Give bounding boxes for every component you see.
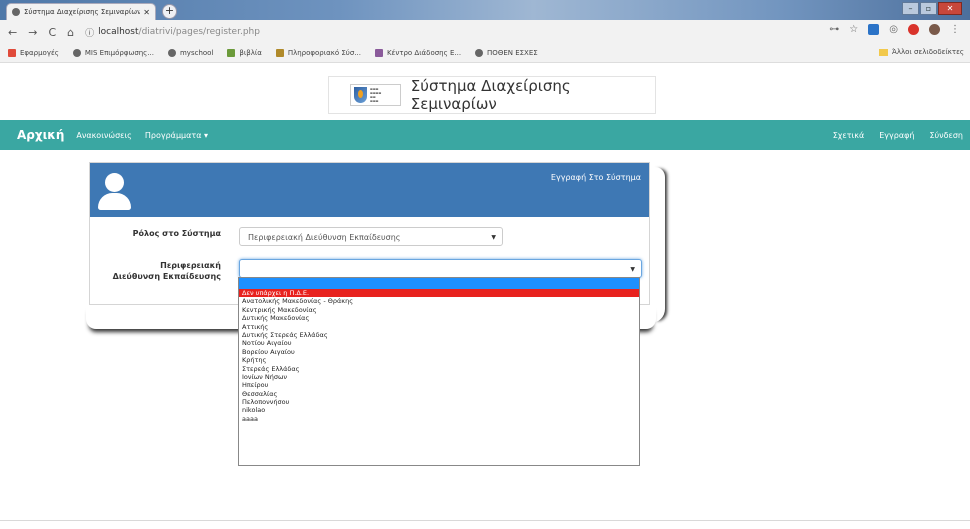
- dropdown-option[interactable]: Δυτικής Στερεάς Ελλάδας: [239, 331, 639, 339]
- menu-icon[interactable]: ⋮: [950, 24, 960, 35]
- browser-title-bar: Σύστημα Διαχείρισης Σεμιναρίων ✕ + – ▫ ✕: [0, 0, 970, 20]
- maximize-icon[interactable]: ▫: [920, 2, 937, 15]
- window-controls: – ▫ ✕: [902, 2, 962, 15]
- globe-icon: [12, 8, 20, 16]
- university-logo: ▬▬▬ ▬▬▬▬ ▬▬ ▬▬▬: [350, 84, 401, 106]
- dropdown-option[interactable]: Δυτικής Μακεδονίας: [239, 314, 639, 322]
- nav-register-link[interactable]: Εγγραφή: [879, 131, 914, 140]
- dropdown-option[interactable]: nikolao: [239, 406, 639, 414]
- bookmark-item[interactable]: βιβλία: [227, 49, 262, 57]
- dropdown-option[interactable]: Βορείου Αιγαίου: [239, 348, 639, 356]
- dropdown-option[interactable]: aaaa: [239, 415, 639, 423]
- dropdown-option[interactable]: Δεν υπάρχει η Π.Δ.Ε.: [239, 289, 639, 298]
- site-header: ▬▬▬ ▬▬▬▬ ▬▬ ▬▬▬ Σύστημα Διαχείρισης Σεμιναρ…: [328, 76, 656, 114]
- bookmark-item[interactable]: ΠΟΘΕΝ ΕΣΧΕΣ: [475, 49, 538, 57]
- bookmark-item[interactable]: MIS Επιμόρφωσης...: [72, 49, 154, 57]
- pde-label: Περιφερειακή Διεύθυνση Εκπαίδευσης: [112, 261, 221, 281]
- address-bar: ← → C ⌂ ⓘ localhost/diatrivi/pages/regis…: [0, 20, 970, 44]
- bookmark-item[interactable]: Κέντρο Διάδοσης Ε...: [374, 49, 461, 57]
- url-path: /diatrivi/pages/register.php: [138, 27, 260, 37]
- panel-title: Εγγραφή Στο Σύστημα: [550, 173, 641, 182]
- reload-icon[interactable]: C: [48, 26, 56, 39]
- dropdown-option[interactable]: Νοτίου Αιγαίου: [239, 339, 639, 347]
- center-icon: [374, 49, 383, 57]
- browser-extensions: ⊶ ☆ ◎ ⋮: [829, 24, 960, 35]
- minimize-icon[interactable]: –: [902, 2, 919, 15]
- new-tab-button[interactable]: +: [162, 4, 177, 19]
- forward-icon[interactable]: →: [28, 26, 37, 39]
- globe-icon: [72, 49, 81, 57]
- dropdown-option[interactable]: Στερεάς Ελλάδας: [239, 365, 639, 373]
- apps-icon: [8, 49, 16, 57]
- extension-icon[interactable]: [868, 24, 880, 35]
- info-icon[interactable]: ⓘ: [85, 26, 94, 39]
- pde-dropdown-list[interactable]: Δεν υπάρχει η Π.Δ.Ε. Ανατολικής Μακεδονία…: [238, 277, 640, 466]
- home-icon[interactable]: ⌂: [67, 26, 74, 39]
- nav-home-link[interactable]: Αρχική: [17, 128, 64, 142]
- globe-icon: [475, 49, 484, 57]
- close-tab-icon[interactable]: ✕: [143, 8, 150, 17]
- chevron-down-icon: ▼: [630, 266, 635, 273]
- star-icon[interactable]: ☆: [849, 24, 858, 35]
- profile-icon[interactable]: [929, 24, 940, 35]
- role-select[interactable]: Περιφερειακή Διεύθυνση Εκπαίδευσης ▼: [239, 227, 503, 246]
- panel-header: Εγγραφή Στο Σύστημα: [90, 163, 649, 217]
- dropdown-empty-option[interactable]: [239, 278, 639, 289]
- user-icon: [95, 171, 133, 211]
- globe-icon: [167, 49, 176, 57]
- chevron-down-icon: ▼: [491, 234, 496, 241]
- circle-icon[interactable]: ◎: [889, 24, 898, 35]
- dropdown-option[interactable]: Θεσσαλίας: [239, 390, 639, 398]
- dropdown-option[interactable]: Κρήτης: [239, 356, 639, 364]
- url-field[interactable]: localhost/diatrivi/pages/register.php: [98, 27, 260, 37]
- back-icon[interactable]: ←: [8, 26, 17, 39]
- browser-tab[interactable]: Σύστημα Διαχείρισης Σεμιναρίων ✕: [6, 3, 156, 20]
- dropdown-option[interactable]: Πελοποννήσου: [239, 398, 639, 406]
- url-host: localhost: [98, 27, 139, 37]
- role-select-value: Περιφερειακή Διεύθυνση Εκπαίδευσης: [248, 233, 401, 242]
- footer-divider: [0, 520, 970, 521]
- logo-emblem-icon: [354, 87, 367, 103]
- site-title: Σύστημα Διαχείρισης Σεμιναρίων: [410, 77, 571, 113]
- nav-about-link[interactable]: Σχετικά: [833, 131, 865, 140]
- dropdown-option[interactable]: Ηπείρου: [239, 381, 639, 389]
- bookmarks-bar: Εφαρμογές MIS Επιμόρφωσης... myschool βι…: [0, 44, 970, 63]
- beta-icon: [275, 49, 284, 57]
- adblock-icon[interactable]: [908, 24, 919, 35]
- close-window-icon[interactable]: ✕: [938, 2, 962, 15]
- logo-text: ▬▬▬ ▬▬▬▬ ▬▬ ▬▬▬: [370, 87, 382, 103]
- other-bookmarks[interactable]: Άλλοι σελιδοδείκτες: [879, 48, 964, 56]
- nav-announcements-link[interactable]: Ανακοινώσεις: [76, 131, 132, 140]
- dropdown-option[interactable]: Αττικής: [239, 323, 639, 331]
- bookmark-item[interactable]: myschool: [167, 49, 213, 57]
- key-icon[interactable]: ⊶: [829, 24, 839, 35]
- main-navbar: Αρχική Ανακοινώσεις Προγράμματα ▾ Σχετικ…: [0, 120, 970, 150]
- bookmark-item[interactable]: Πληροφοριακό Σύσ...: [275, 49, 361, 57]
- books-icon: [227, 49, 236, 57]
- nav-login-link[interactable]: Σύνδεση: [929, 131, 963, 140]
- dropdown-option[interactable]: Ανατολικής Μακεδονίας - Θράκης: [239, 297, 639, 305]
- folder-icon: [879, 48, 889, 56]
- bookmark-apps[interactable]: Εφαρμογές: [8, 49, 59, 57]
- panel-shadow-side: [651, 167, 665, 323]
- tab-title: Σύστημα Διαχείρισης Σεμιναρίων: [24, 8, 141, 16]
- nav-right: Σχετικά Εγγραφή Σύνδεση: [833, 120, 963, 150]
- pde-select[interactable]: ▼: [239, 259, 642, 278]
- dropdown-option[interactable]: Κεντρικής Μακεδονίας: [239, 306, 639, 314]
- dropdown-option[interactable]: Ιονίων Νήσων: [239, 373, 639, 381]
- role-label: Ρόλος στο Σύστημα: [132, 229, 221, 238]
- nav-programs-dropdown[interactable]: Προγράμματα ▾: [145, 131, 208, 140]
